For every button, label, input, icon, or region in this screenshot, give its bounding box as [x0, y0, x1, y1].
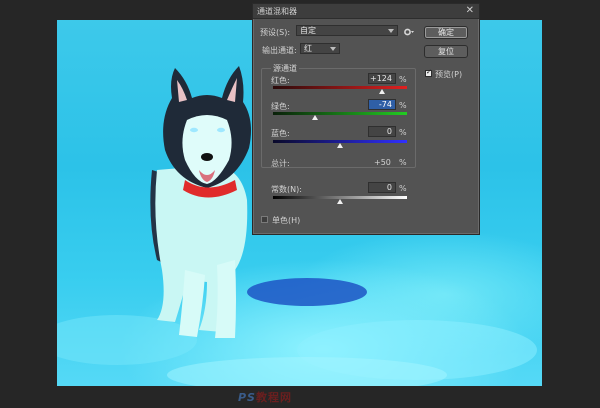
total-label: 总计: — [271, 159, 290, 168]
green-source-input[interactable]: -74 — [368, 99, 396, 110]
source-channels-title: 源通道 — [271, 63, 299, 74]
blue-slider-handle[interactable] — [337, 143, 343, 148]
close-icon[interactable]: ✕ — [466, 5, 474, 16]
gear-icon[interactable] — [404, 28, 414, 36]
preview-checkbox[interactable]: ✓ — [425, 68, 432, 77]
preset-value: 自定 — [300, 26, 316, 35]
chevron-down-icon — [330, 47, 336, 51]
constant-label: 常数(N): — [271, 185, 302, 194]
preset-select[interactable]: 自定 — [296, 25, 398, 36]
green-source-label: 绿色: — [271, 102, 290, 111]
dialog-title: 通道混和器 — [257, 7, 297, 16]
chevron-down-icon — [388, 29, 394, 33]
monochrome-label: 单色(H) — [272, 216, 301, 225]
red-percent-sign: % — [399, 75, 407, 84]
blue-source-label: 蓝色: — [271, 129, 290, 138]
green-slider-handle[interactable] — [312, 115, 319, 120]
dialog-titlebar[interactable]: 通道混和器 ✕ — [253, 4, 479, 19]
reset-button[interactable]: 复位 — [424, 45, 468, 58]
checkmark-icon: ✓ — [426, 68, 432, 76]
output-channel-label: 输出通道: — [262, 46, 297, 55]
blue-source-input[interactable]: 0 — [368, 126, 396, 137]
red-slider-handle[interactable] — [378, 89, 385, 94]
red-slider-track[interactable] — [273, 86, 407, 89]
constant-percent-sign: % — [399, 184, 407, 193]
blue-percent-sign: % — [399, 128, 407, 137]
watermark-part2: 教程网 — [255, 391, 292, 404]
constant-input[interactable]: 0 — [368, 182, 396, 193]
red-source-input[interactable]: +124 — [368, 73, 396, 84]
green-slider-track[interactable] — [273, 112, 407, 115]
total-value: +50 — [374, 158, 391, 167]
watermark-part1: PS — [238, 391, 256, 404]
monochrome-checkbox[interactable] — [261, 216, 268, 223]
ok-button[interactable]: 确定 — [424, 26, 468, 39]
output-channel-value: 红 — [304, 44, 312, 53]
green-percent-sign: % — [399, 101, 407, 110]
constant-slider-handle[interactable] — [337, 199, 343, 204]
preview-label: 预览(P) — [435, 70, 463, 79]
watermark-logo: PS教程网 — [238, 389, 292, 405]
preset-label: 预设(S): — [260, 28, 291, 37]
output-channel-select[interactable]: 红 — [300, 43, 340, 54]
red-source-label: 红色: — [271, 76, 290, 85]
total-percent-sign: % — [399, 158, 407, 167]
